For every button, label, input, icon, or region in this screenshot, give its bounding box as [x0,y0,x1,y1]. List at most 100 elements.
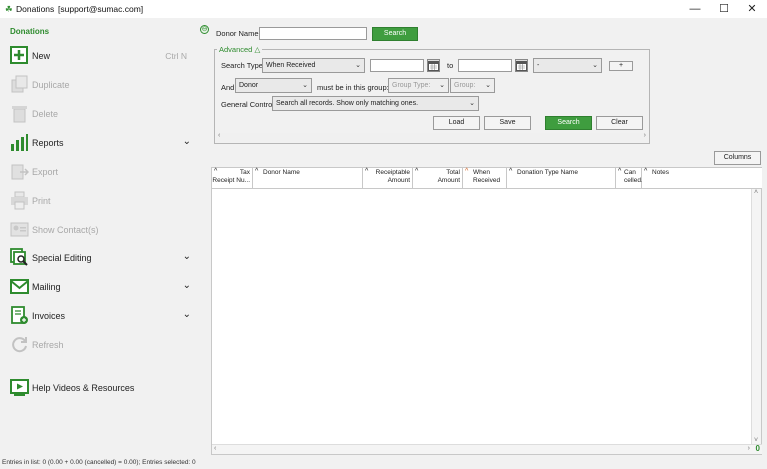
maximize-button[interactable]: ☐ [711,2,737,16]
column-header-cancelled[interactable]: ^ Can celled... [616,168,646,189]
title-bar: ☘ Donations [support@sumac.com] — ☐ ✕ [0,0,767,18]
advanced-scrollbar[interactable]: ‹ › [216,132,648,142]
scroll-right-icon[interactable]: › [644,132,646,139]
bar-chart-icon [11,134,28,151]
refresh-icon [12,337,27,353]
column-header-receiptable-amount[interactable]: ^ Receiptable Amount [363,168,413,189]
row-count: 0 [755,444,760,453]
contact-card-icon [10,222,29,237]
columns-button[interactable]: Columns [714,151,761,165]
sidebar-item-invoices[interactable]: Invoices ⌄ [10,306,195,326]
video-icon [10,379,29,396]
scroll-left-icon[interactable]: ‹ [214,445,216,452]
sidebar-item-label: Mailing [32,282,61,292]
sidebar-item-label: Export [32,167,59,177]
export-icon [11,164,29,180]
column-header-donation-type[interactable]: ^ Donation Type Name [507,168,616,189]
sidebar-item-refresh[interactable]: Refresh [10,335,195,355]
header-line1: Donation Type Name [517,169,578,176]
sidebar-item-new[interactable]: New Ctrl N [10,46,195,66]
load-button[interactable]: Load [433,116,480,130]
date-to-input[interactable] [458,59,512,72]
duplicate-icon [11,75,28,93]
column-header-donor-name[interactable]: ^ Donor Name [253,168,363,189]
clear-button[interactable]: Clear [596,116,643,130]
scroll-right-icon[interactable]: › [748,445,750,452]
column-header-when-received[interactable]: ^ When Received [463,168,507,189]
sidebar-item-label: Show Contact(s) [32,225,99,235]
sidebar-item-delete[interactable]: Delete [10,104,195,124]
general-control-select[interactable]: Search all records. Show only matching o… [272,96,479,111]
header-line1: Donor Name [263,169,300,176]
donor-name-label: Donor Name [216,29,259,38]
header-line1: Can [624,169,636,176]
sidebar-item-duplicate[interactable]: Duplicate [10,75,195,95]
collapse-icon[interactable]: ⊖ [200,25,209,34]
calendar-icon[interactable] [427,59,440,72]
add-criteria-button[interactable]: + [609,61,633,71]
sidebar-item-print[interactable]: Print [10,191,195,211]
sidebar-item-special-editing[interactable]: Special Editing ⌄ [10,248,195,268]
close-button[interactable]: ✕ [739,2,765,16]
chevron-down-icon[interactable]: ⌄ [183,280,191,291]
sidebar: Donations New Ctrl N Duplicate Delete Re… [0,18,202,458]
date-from-input[interactable] [370,59,424,72]
general-control-label: General Control: [221,100,277,109]
scroll-down-icon[interactable]: ˅ [754,437,758,444]
chevron-down-icon[interactable]: ⌄ [183,251,191,262]
sort-up-icon: ^ [509,168,513,175]
sidebar-item-help-videos[interactable]: Help Videos & Resources [10,378,195,398]
scroll-up-icon[interactable]: ˄ [754,189,758,196]
general-control-value: Search all records. Show only matching o… [276,100,419,107]
sidebar-item-label: Delete [32,109,59,119]
sort-up-icon: ^ [415,168,419,175]
chevron-down-icon: ⌄ [469,100,475,107]
donations-table[interactable]: ^ Tax Receipt Nu... ^ Donor Name ^ Receip… [211,167,762,455]
chevron-down-icon: ⌄ [592,62,598,69]
column-header-tax-receipt[interactable]: ^ Tax Receipt Nu... [212,168,253,189]
search-type-select[interactable]: When Received ⌄ [262,58,365,73]
sidebar-item-show-contacts[interactable]: Show Contact(s) [10,220,195,240]
group-select[interactable]: Group: ⌄ [450,78,495,93]
range-select[interactable]: - ⌄ [533,58,602,73]
sidebar-item-export[interactable]: Export [10,162,195,182]
donor-search-button[interactable]: Search [372,27,418,41]
to-label: to [447,61,454,70]
sidebar-item-mailing[interactable]: Mailing ⌄ [10,277,195,297]
search-button[interactable]: Search [545,116,592,130]
minimize-button[interactable]: — [682,2,708,16]
invoice-icon [11,306,28,324]
horizontal-scrollbar[interactable]: ‹ › 0 [212,444,762,454]
vertical-scrollbar[interactable]: ˄ ˅ [751,189,761,444]
calendar-icon[interactable] [515,59,528,72]
group-value: Group: [454,82,476,89]
header-line2: Receipt Nu... [212,177,250,184]
chevron-down-icon[interactable]: ⌄ [183,309,191,320]
window-user: [support@sumac.com] [58,4,144,14]
sort-up-icon: ^ [255,168,259,175]
and-select[interactable]: Donor ⌄ [235,78,312,93]
sidebar-item-label: Special Editing [32,253,92,263]
chevron-down-icon: ⌄ [355,62,361,69]
sort-up-icon: ^ [644,168,648,175]
header-line2: Amount [387,177,410,184]
chevron-down-icon: ⌄ [485,82,491,89]
header-line1: Receiptable [375,169,410,176]
header-line1: When [473,169,490,176]
trash-icon [12,106,27,123]
group-type-select[interactable]: Group Type: ⌄ [388,78,449,93]
search-type-value: When Received [266,62,316,69]
header-line1: Total [446,169,460,176]
column-header-total-amount[interactable]: ^ Total Amount [413,168,463,189]
advanced-toggle[interactable]: Advanced △ [217,45,263,54]
column-header-notes[interactable]: ^ Notes [642,168,762,189]
header-line1: Tax [239,169,250,176]
scroll-left-icon[interactable]: ‹ [218,132,220,139]
save-button[interactable]: Save [484,116,531,130]
sort-up-icon: ^ [618,168,622,175]
donor-name-input[interactable] [259,27,367,40]
search-type-label: Search Type: [221,61,266,70]
mail-icon [10,279,29,294]
chevron-down-icon[interactable]: ⌄ [183,136,191,147]
sidebar-item-reports[interactable]: Reports ⌄ [10,133,195,153]
